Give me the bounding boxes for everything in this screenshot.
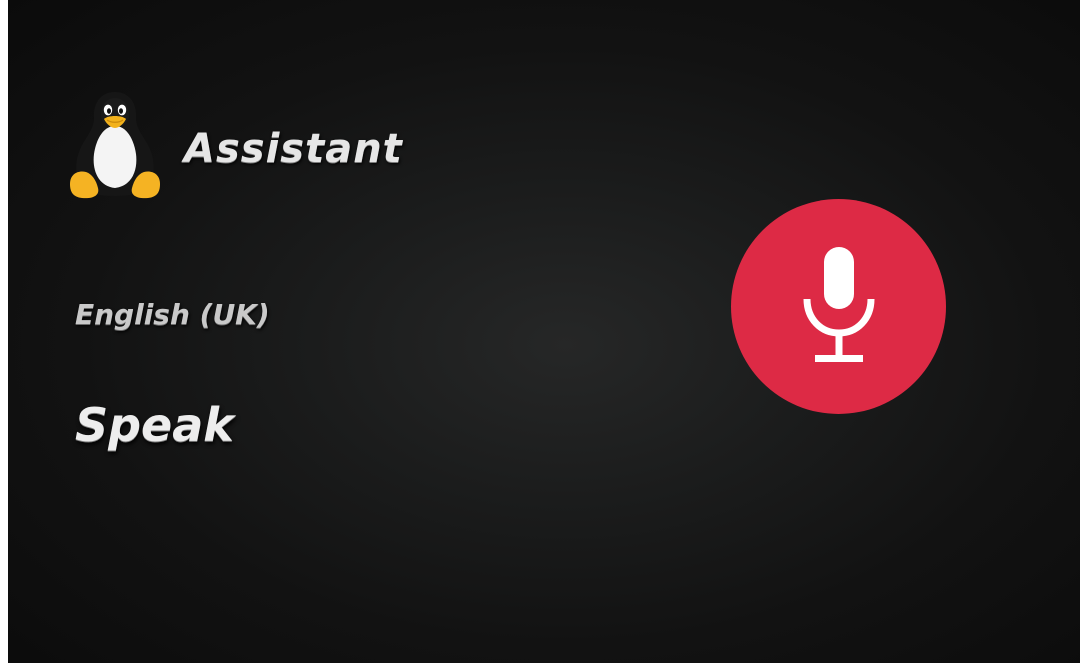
language-label[interactable]: English (UK): [75, 298, 270, 331]
penguin-icon: [70, 92, 160, 199]
status-text: Speak: [75, 398, 234, 452]
app-header: Assistant: [66, 86, 403, 204]
app-title: Assistant: [184, 126, 403, 172]
microphone-button[interactable]: [731, 199, 946, 414]
assistant-screen: Assistant English (UK) Speak: [8, 0, 1080, 663]
microphone-icon: [803, 246, 874, 362]
